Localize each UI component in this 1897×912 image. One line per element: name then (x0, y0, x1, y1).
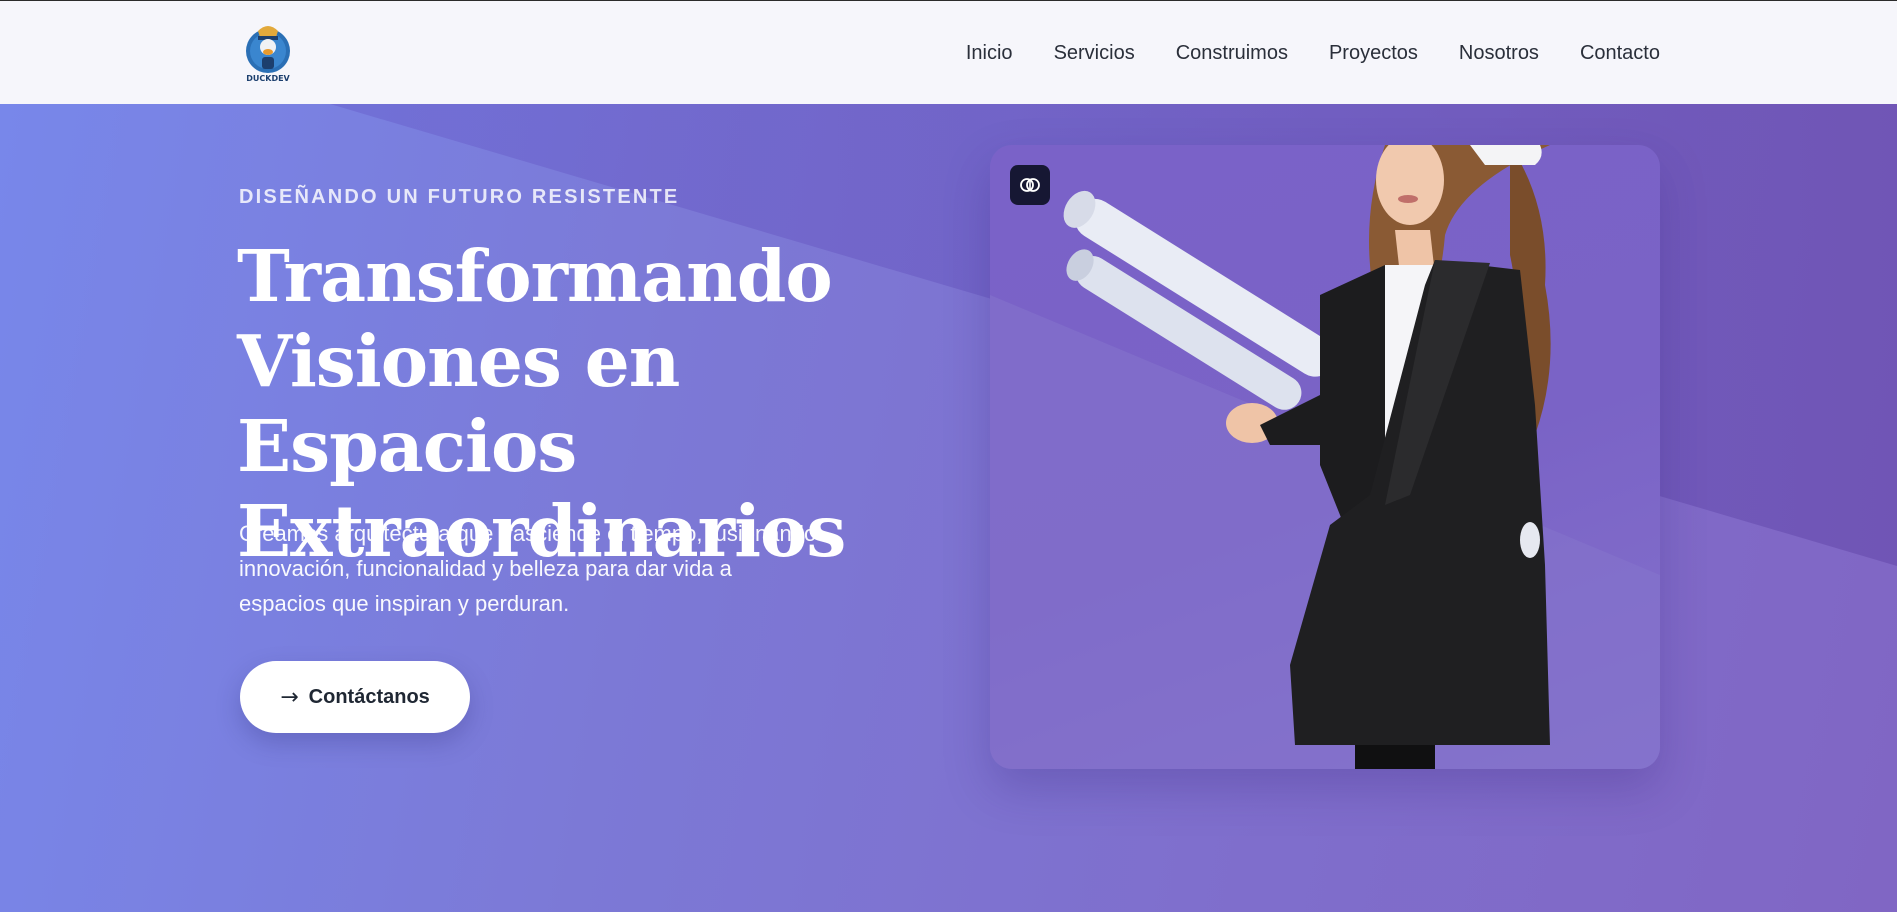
hero-title-line: Visiones en Espacios (237, 319, 680, 488)
hero-subtitle-line: innovación, funcionalidad y belleza para… (239, 556, 732, 581)
arrow-right-icon: → (280, 684, 299, 710)
contact-button-label: Contáctanos (308, 685, 430, 708)
nav-proyectos[interactable]: Proyectos (1329, 42, 1418, 65)
hero-image-card (990, 145, 1660, 769)
hero-subtitle-line: Creamos arquitectura que trasciende el t… (239, 521, 817, 546)
nav-nosotros[interactable]: Nosotros (1459, 42, 1539, 65)
main-nav: Inicio Servicios Construimos Proyectos N… (925, 1, 1660, 105)
site-header: DUCKDEV Inicio Servicios Construimos Pro… (0, 0, 1897, 104)
nav-inicio[interactable]: Inicio (966, 42, 1013, 65)
nav-construimos[interactable]: Construimos (1176, 42, 1288, 65)
duckdev-logo[interactable]: DUCKDEV (238, 21, 298, 83)
hero-subtitle: Creamos arquitectura que trasciende el t… (239, 516, 879, 621)
architect-woman-image (990, 145, 1660, 769)
nav-servicios[interactable]: Servicios (1054, 42, 1135, 65)
hero-eyebrow: DISEÑANDO UN FUTURO RESISTENTE (239, 186, 680, 208)
contact-button[interactable]: → Contáctanos (240, 661, 470, 733)
hero-subtitle-line: espacios que inspiran y perduran. (239, 591, 570, 616)
nav-contacto[interactable]: Contacto (1580, 42, 1660, 65)
logo-wordmark: DUCKDEV (246, 74, 290, 83)
hero-title-line: Transformando (237, 234, 833, 318)
hero-section: DISEÑANDO UN FUTURO RESISTENTE Transform… (0, 104, 1897, 912)
brain-icon[interactable] (1010, 165, 1050, 205)
